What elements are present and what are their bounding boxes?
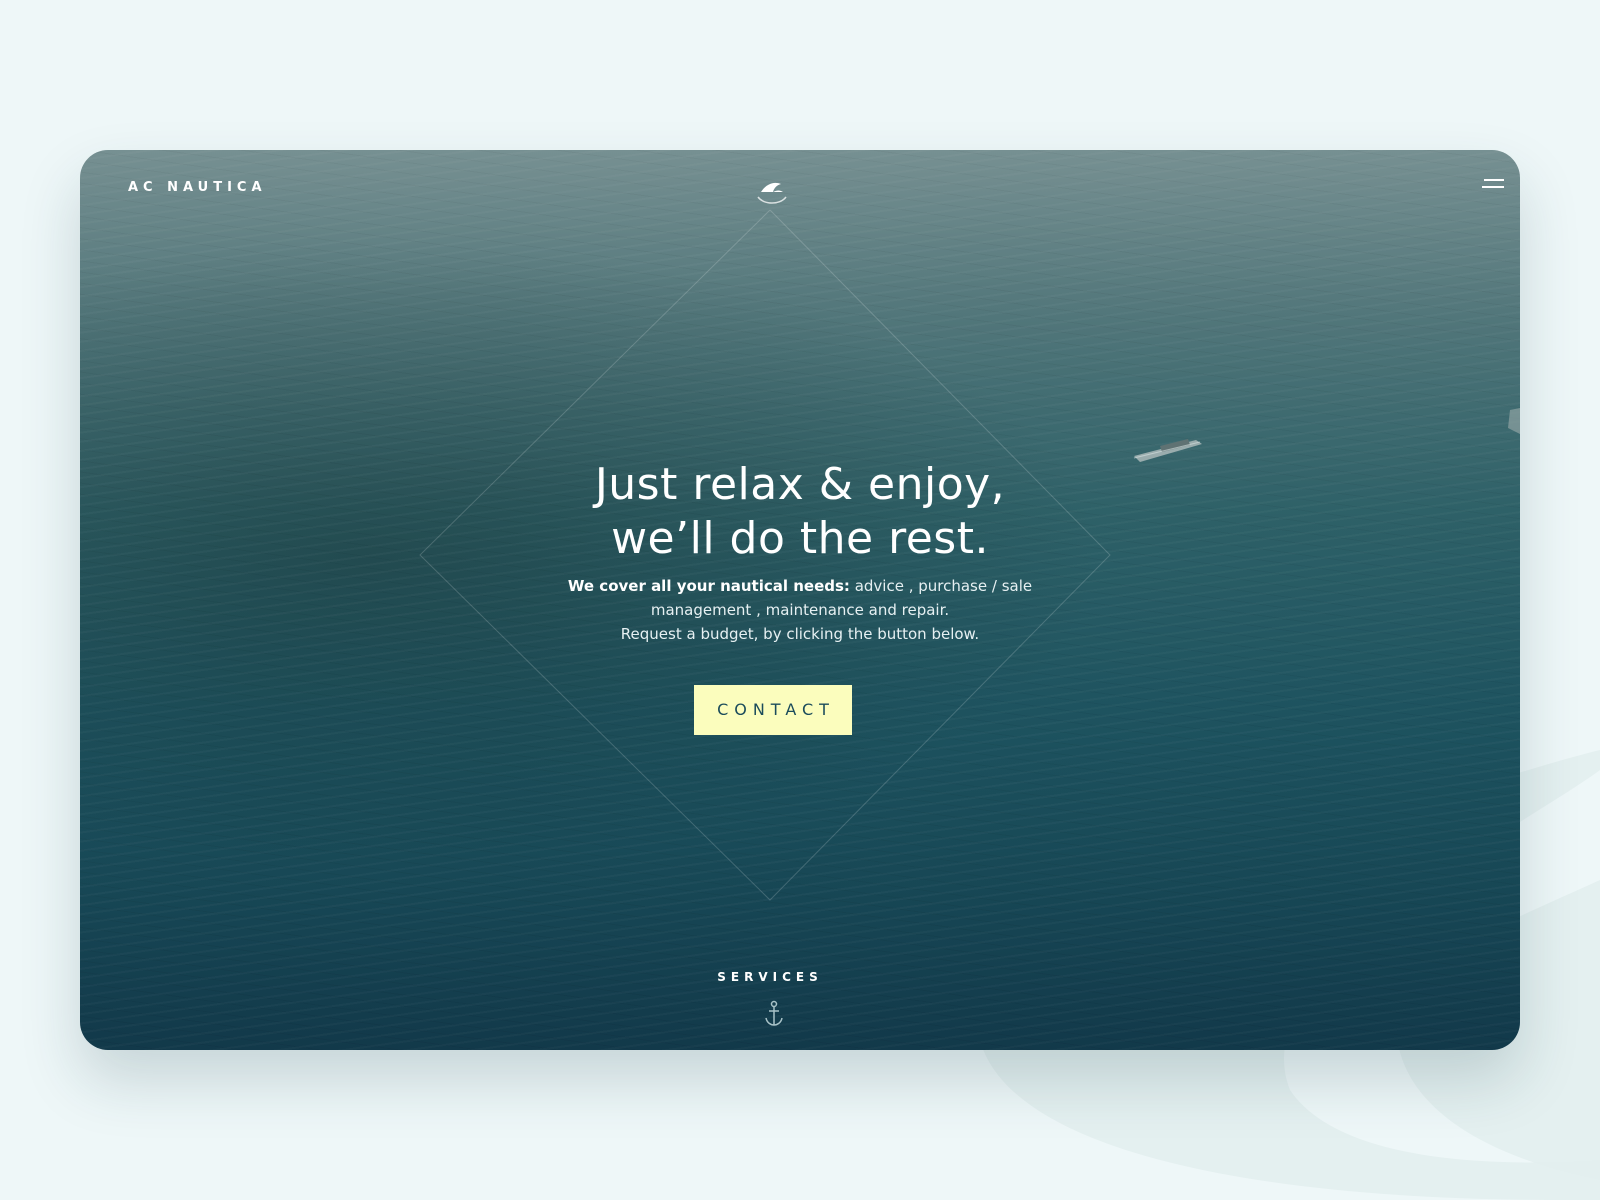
brand-logo-text[interactable]: AC NAUTICA xyxy=(128,180,267,195)
headline-line-2: we’ll do the rest. xyxy=(611,513,989,564)
headline-line-1: Just relax & enjoy, xyxy=(594,459,1006,510)
hero-headline: Just relax & enjoy, we’ll do the rest. xyxy=(500,458,1100,566)
anchor-icon[interactable] xyxy=(763,1000,785,1028)
description-highlight: We cover all your nautical needs: xyxy=(567,577,850,595)
sail-logo-icon[interactable] xyxy=(752,172,792,212)
services-link[interactable]: SERVICES xyxy=(700,970,840,984)
boat-image xyxy=(1133,439,1202,462)
hamburger-menu-icon[interactable] xyxy=(1482,176,1506,192)
hero-section: AC NAUTICA Just relax & enjoy, we’ll do … xyxy=(80,150,1520,1050)
hero-description: We cover all your nautical needs: advice… xyxy=(525,574,1075,646)
contact-button[interactable]: CONTACT xyxy=(694,685,852,735)
boat-edge-image xyxy=(1508,408,1520,434)
description-cta-hint: Request a budget, by clicking the button… xyxy=(620,625,980,643)
